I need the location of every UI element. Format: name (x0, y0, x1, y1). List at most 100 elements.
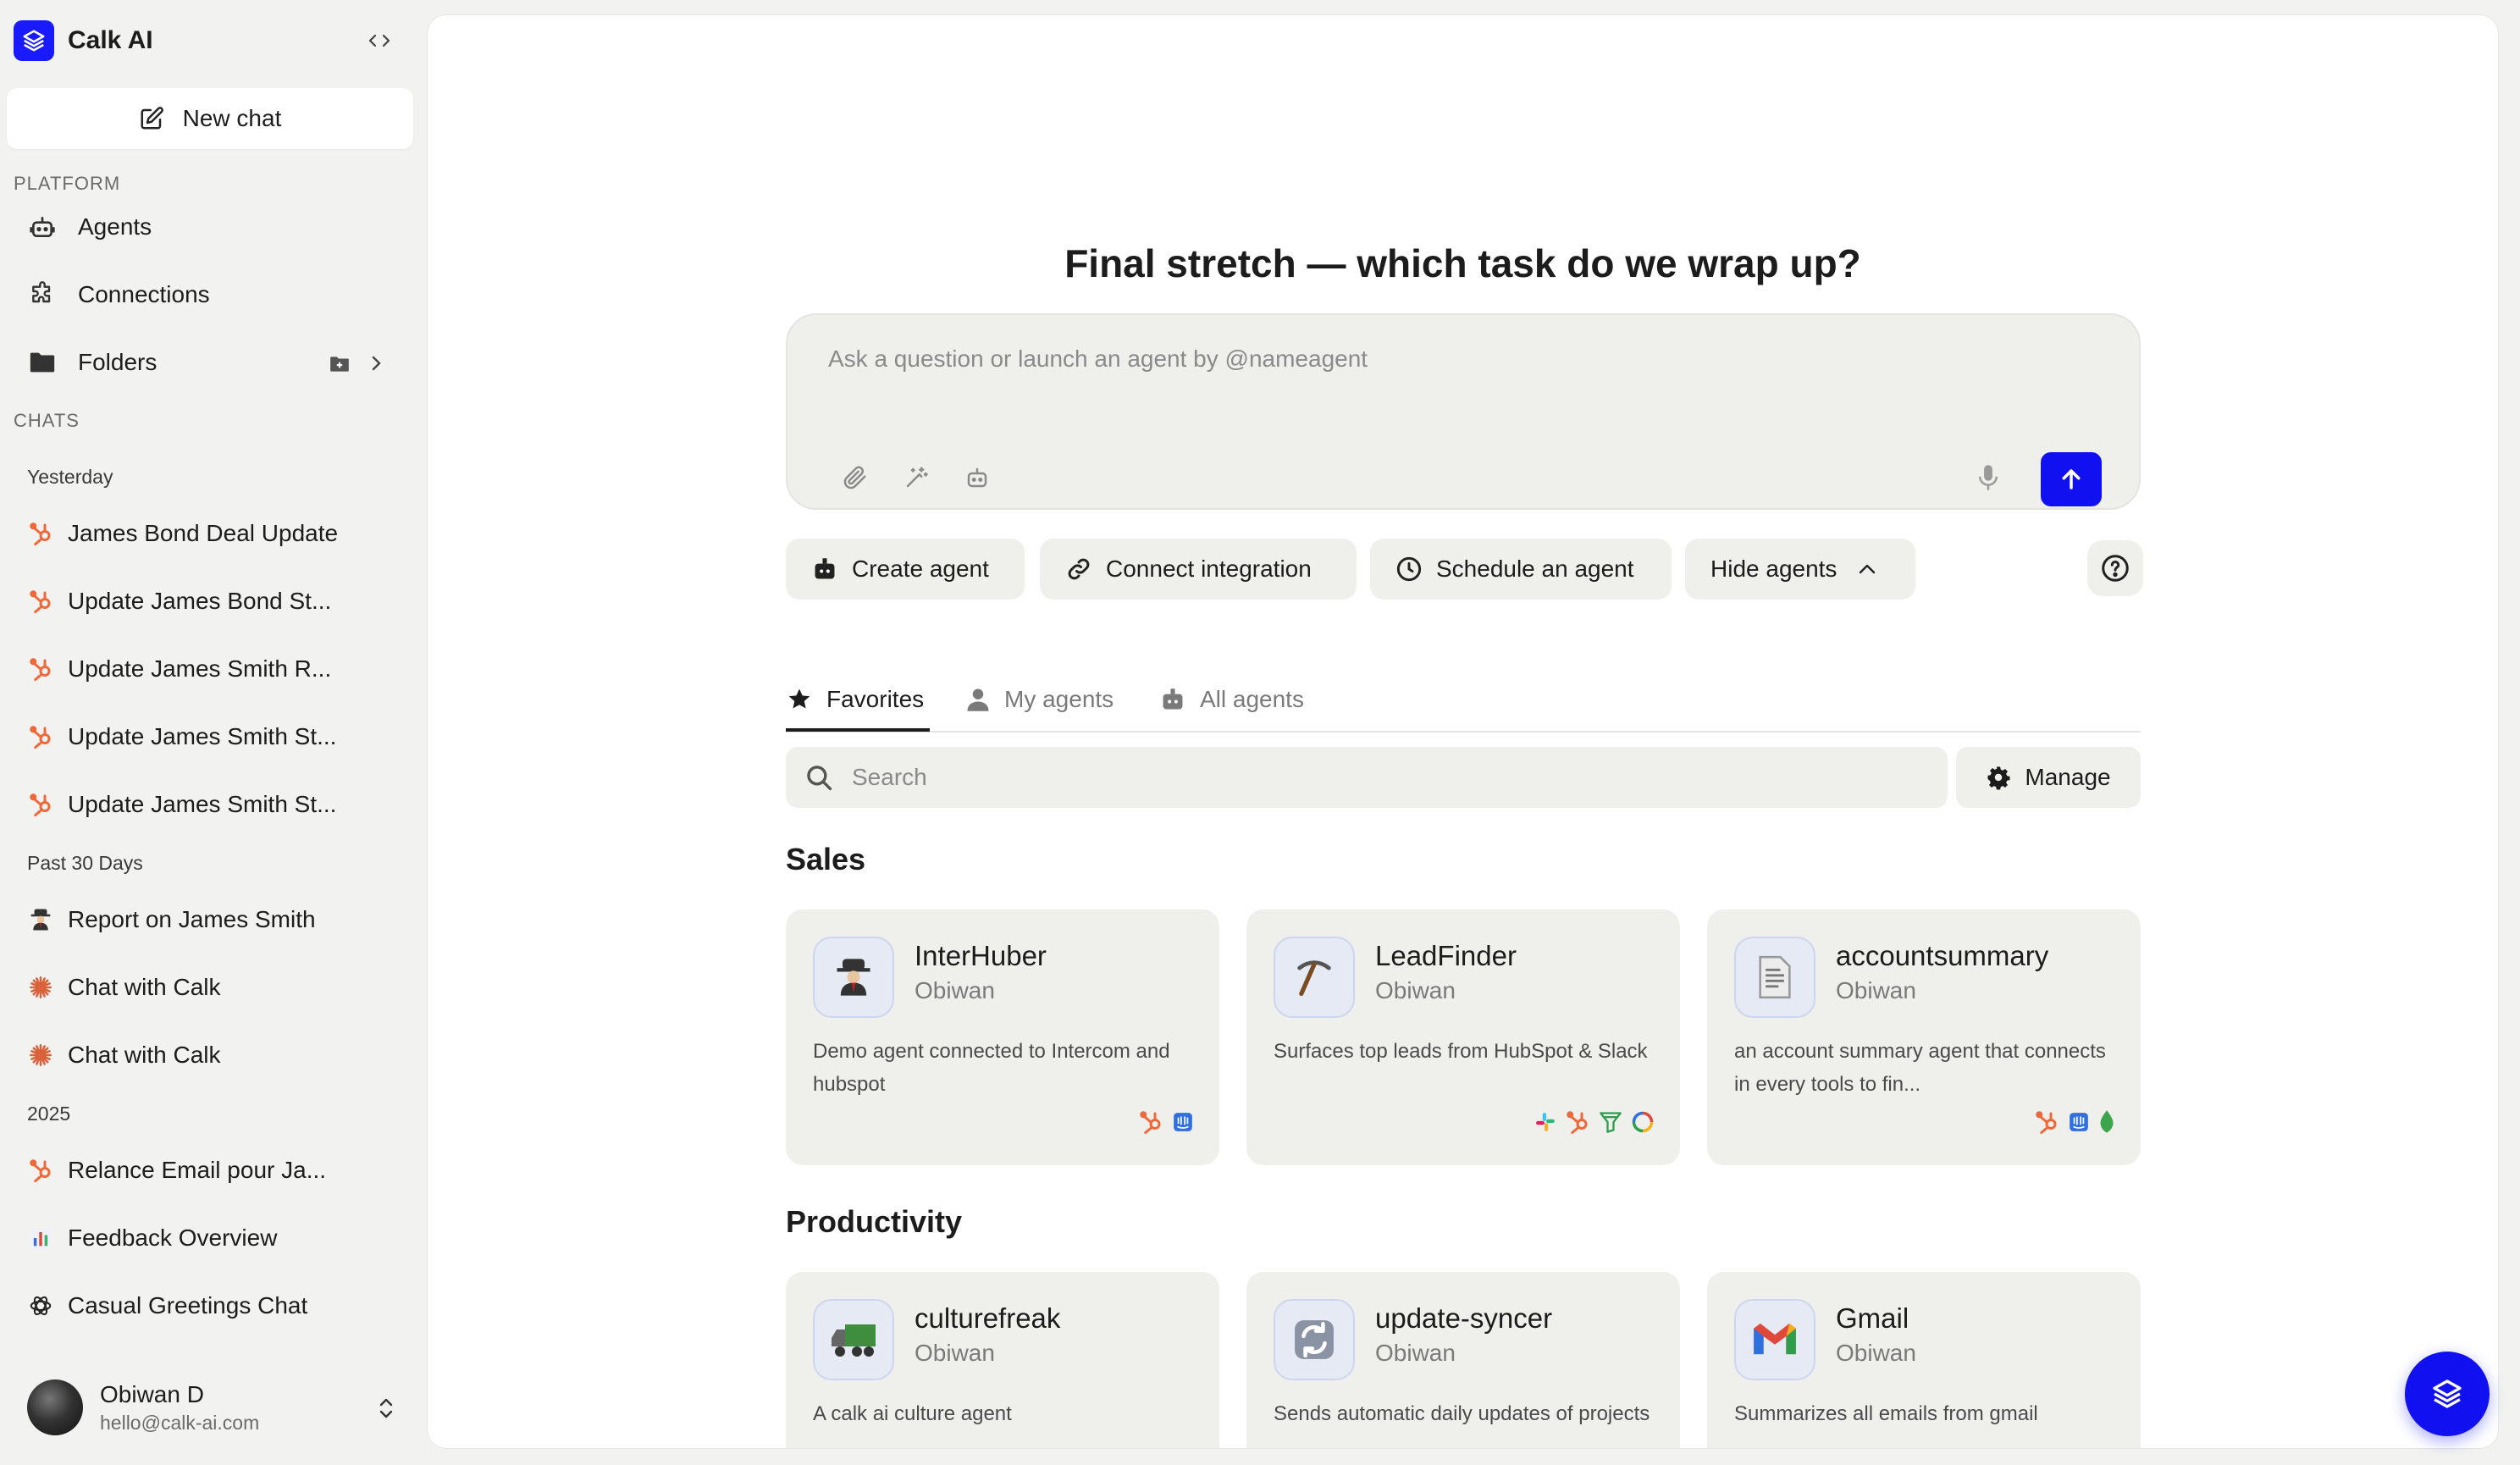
chat-item[interactable]: Relance Email pour Ja... (14, 1143, 403, 1197)
schedule-agent-label: Schedule an agent (1436, 556, 1634, 582)
sidebar-item-agents[interactable]: Agents (14, 200, 403, 254)
agent-tools (1138, 1109, 1194, 1139)
mongodb-icon (2098, 1109, 2115, 1139)
pickaxe-icon (1274, 937, 1355, 1018)
intercom-icon (2068, 1111, 2090, 1137)
chat-item[interactable]: Update James Bond St... (14, 574, 403, 628)
hubspot-icon (25, 518, 56, 549)
puzzle-icon (25, 278, 59, 312)
claude-icon (25, 1040, 56, 1070)
tab-label: My agents (1004, 686, 1114, 712)
link-icon (1068, 558, 1090, 580)
robot-icon[interactable] (960, 461, 994, 495)
tab-label: All agents (1200, 686, 1304, 712)
claude-icon (25, 972, 56, 1003)
hubspot-icon (25, 654, 56, 684)
agent-tools (2034, 1109, 2115, 1139)
chat-item[interactable]: James Bond Deal Update (14, 506, 403, 561)
funnel-icon (1599, 1110, 1622, 1138)
chat-item[interactable]: Chat with Calk (14, 1028, 403, 1082)
chat-item[interactable]: Feedback Overview (14, 1211, 403, 1265)
agent-search-input[interactable]: Search (786, 747, 1948, 808)
agent-tools (1534, 1109, 1655, 1139)
tab-favorites[interactable]: Favorites (786, 674, 924, 725)
tab-label: Favorites (826, 686, 925, 712)
agent-card-leadfinder[interactable]: LeadFinder Obiwan Surfaces top leads fro… (1246, 909, 1680, 1165)
agent-card-culturefreak[interactable]: culturefreak Obiwan A calk ai culture ag… (786, 1272, 1219, 1448)
agent-description: Summarizes all emails from gmail (1734, 1402, 2038, 1425)
hubspot-icon (25, 586, 56, 616)
hubspot-icon (25, 789, 56, 820)
truck-icon (813, 1299, 894, 1380)
chevron-right-icon[interactable] (369, 352, 383, 379)
agent-title: culturefreak (915, 1302, 1061, 1334)
search-placeholder: Search (852, 764, 927, 790)
category-title-sales: Sales (786, 842, 866, 876)
agent-card-gmail[interactable]: Gmail Obiwan Summarizes all emails from … (1707, 1272, 2141, 1448)
page-title: Final stretch — which task do we wrap up… (1064, 241, 1861, 285)
send-button[interactable] (2041, 452, 2102, 506)
robot-icon (1163, 688, 1183, 710)
chat-item[interactable]: Casual Greetings Chat (14, 1279, 403, 1333)
create-agent-button[interactable]: Create agent (786, 539, 1025, 600)
new-folder-icon[interactable] (329, 352, 351, 379)
sidebar-item-connections[interactable]: Connections (14, 268, 403, 322)
prompt-box[interactable]: Ask a question or launch an agent by @na… (786, 313, 2141, 510)
hide-agents-button[interactable]: Hide agents (1685, 539, 1915, 600)
new-chat-label: New chat (182, 105, 282, 131)
chat-item[interactable]: Update James Smith R... (14, 642, 403, 696)
floating-action-button[interactable] (2405, 1352, 2490, 1436)
spy-icon (25, 904, 56, 935)
chat-item-label: Relance Email pour Ja... (68, 1157, 327, 1183)
agent-card-accountsummary[interactable]: accountsummary Obiwan an account summary… (1707, 909, 2141, 1165)
chat-item[interactable]: Report on James Smith (14, 893, 403, 947)
layers-icon (2433, 1379, 2462, 1408)
chat-item[interactable]: Update James Smith St... (14, 710, 403, 764)
schedule-agent-button[interactable]: Schedule an agent (1370, 539, 1672, 600)
code-brackets-icon (368, 34, 390, 47)
agent-title: update-syncer (1375, 1302, 1553, 1334)
user-menu[interactable]: Obiwan D hello@calk-ai.com (14, 1372, 412, 1443)
active-tab-indicator (786, 728, 930, 732)
prompt-input[interactable]: Ask a question or launch an agent by @na… (828, 346, 1368, 373)
chat-item-label: Chat with Calk (68, 1042, 221, 1068)
chat-item[interactable]: Chat with Calk (14, 960, 403, 1014)
agent-description: Demo agent connected to Intercom and hub… (813, 1040, 1170, 1096)
agent-card-update-syncer[interactable]: update-syncer Obiwan Sends automatic dai… (1246, 1272, 1680, 1448)
sidebar-item-label: Folders (78, 349, 158, 375)
chats-section-label: CHATS (14, 410, 80, 431)
chevron-up-icon (1860, 564, 1876, 574)
manage-button[interactable]: Manage (1956, 747, 2141, 808)
hide-agents-label: Hide agents (1710, 556, 1838, 582)
help-button[interactable] (2087, 540, 2143, 596)
tab-all-agents[interactable]: All agents (1159, 674, 1304, 725)
bar-chart-icon (25, 1223, 56, 1253)
edit-icon (141, 107, 163, 130)
chat-item-label: Report on James Smith (68, 906, 316, 932)
loop-icon (1631, 1110, 1655, 1138)
chat-item-label: Update James Bond St... (68, 588, 332, 614)
folder-icon (25, 346, 59, 379)
chat-item-label: Chat with Calk (68, 974, 221, 1000)
agent-owner: Obiwan (915, 1340, 995, 1366)
new-chat-button[interactable]: New chat (7, 88, 413, 149)
magic-wand-icon[interactable] (899, 461, 933, 495)
hubspot-icon (1138, 1109, 1163, 1139)
avatar (27, 1379, 83, 1435)
sync-icon (1274, 1299, 1355, 1380)
gear-icon (1987, 766, 2010, 790)
star-icon (788, 688, 810, 709)
microphone-icon[interactable] (1971, 461, 2005, 495)
agent-card-interhuber[interactable]: InterHuber Obiwan Demo agent connected t… (786, 909, 1219, 1165)
sidebar-item-folders[interactable]: Folders (14, 335, 403, 390)
brand[interactable]: Calk AI (14, 20, 153, 61)
openai-icon (25, 1291, 56, 1321)
agent-owner: Obiwan (915, 977, 995, 1003)
tab-my-agents[interactable]: My agents (965, 674, 1114, 725)
connect-integration-button[interactable]: Connect integration (1040, 539, 1357, 600)
user-name: Obiwan D (100, 1380, 204, 1407)
tabs-divider (786, 731, 2141, 732)
paperclip-icon[interactable] (838, 461, 872, 495)
collapse-sidebar-button[interactable] (362, 25, 396, 56)
chat-item[interactable]: Update James Smith St... (14, 777, 403, 832)
